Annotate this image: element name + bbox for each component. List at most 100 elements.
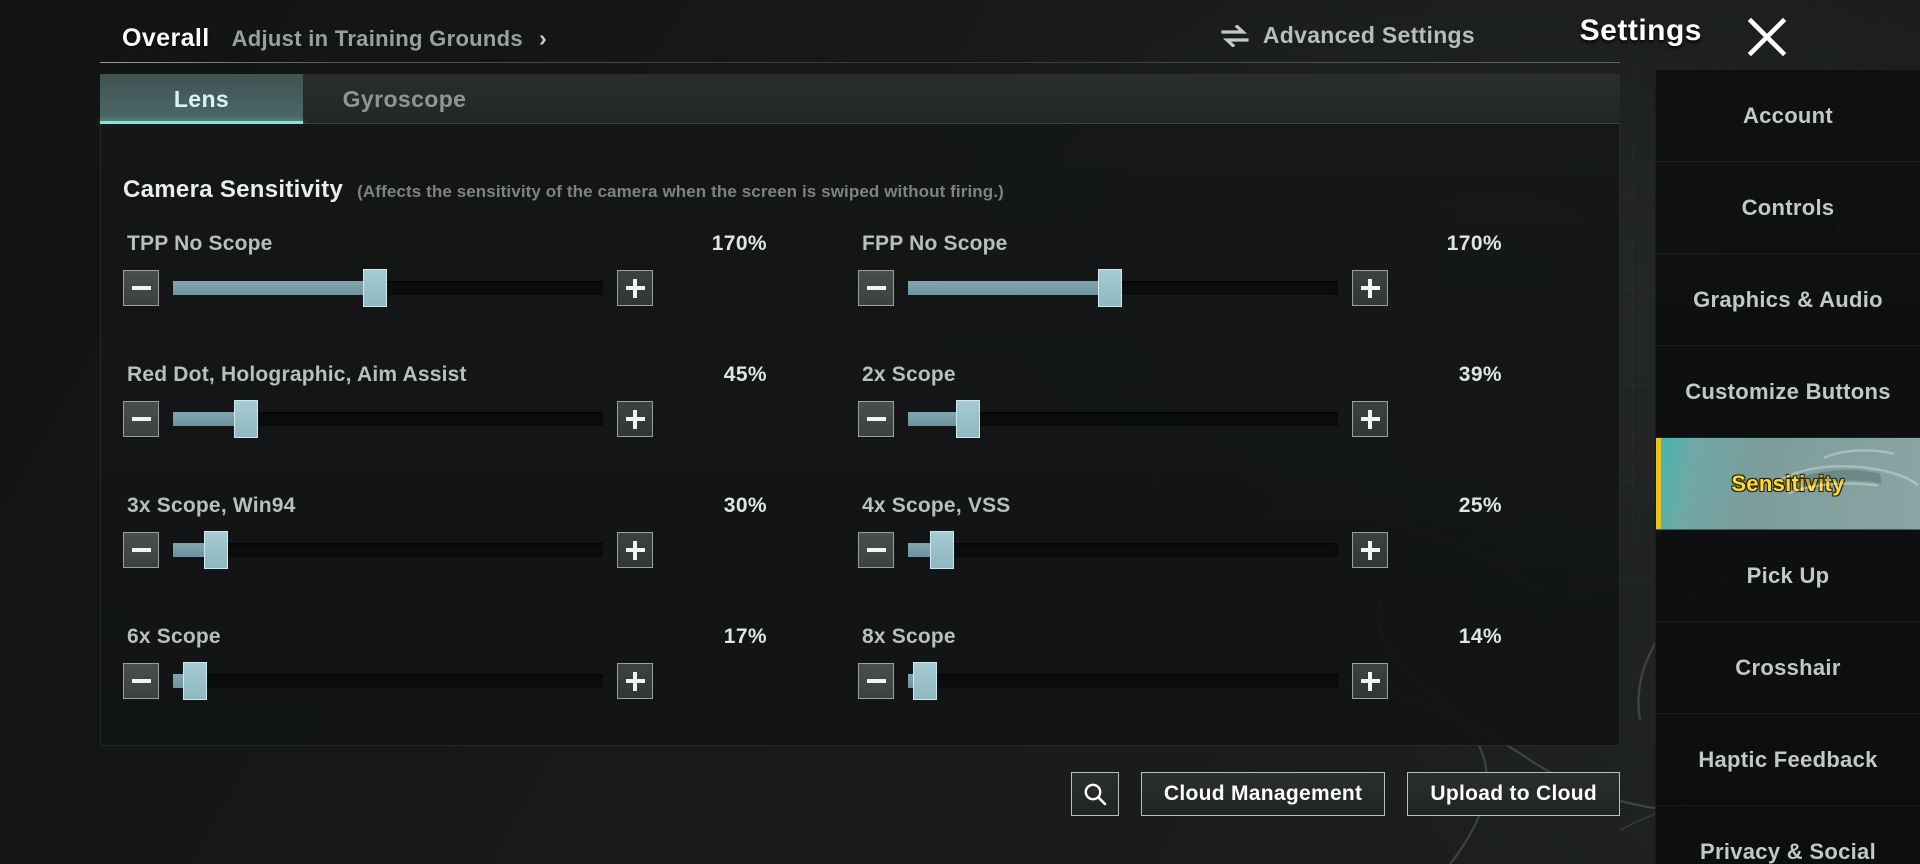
tab-bar: Lens Gyroscope	[100, 74, 1620, 124]
slider-knob[interactable]	[363, 269, 388, 307]
slider-knob[interactable]	[234, 400, 259, 438]
slider-control	[123, 400, 653, 438]
plus-icon-vertical	[1368, 671, 1372, 691]
increase-button[interactable]	[1352, 270, 1388, 306]
decrease-button[interactable]	[123, 532, 159, 568]
decrease-button[interactable]	[858, 663, 894, 699]
plus-icon-vertical	[1368, 278, 1372, 298]
advanced-settings-label: Advanced Settings	[1262, 22, 1475, 48]
slider-knob[interactable]	[913, 662, 938, 700]
slider-track[interactable]	[173, 269, 603, 307]
plus-icon-vertical	[633, 540, 637, 560]
slider-value: 30%	[723, 494, 767, 517]
tab-lens[interactable]: Lens	[100, 74, 303, 124]
increase-button[interactable]	[617, 270, 653, 306]
footer-actions: Cloud Management Upload to Cloud	[100, 770, 1620, 818]
slider-knob[interactable]	[930, 531, 955, 569]
slider-control	[858, 531, 1388, 569]
top-header: Overall Adjust in Training Grounds › Adv…	[0, 0, 1920, 70]
decrease-button[interactable]	[858, 401, 894, 437]
slider-value: 25%	[1458, 494, 1502, 517]
slider-control	[123, 269, 653, 307]
plus-icon-vertical	[633, 409, 637, 429]
decrease-button[interactable]	[123, 663, 159, 699]
increase-button[interactable]	[1352, 663, 1388, 699]
search-icon	[1084, 783, 1107, 806]
increase-button[interactable]	[617, 663, 653, 699]
tab-gyroscope[interactable]: Gyroscope	[303, 74, 506, 124]
slider-knob[interactable]	[956, 400, 981, 438]
decrease-button[interactable]	[858, 532, 894, 568]
slider-track[interactable]	[908, 531, 1338, 569]
advanced-settings-button[interactable]: Advanced Settings	[1220, 22, 1475, 49]
slider-row-6x-scope: 6x Scope 17%	[123, 625, 858, 756]
plus-icon-vertical	[1368, 540, 1372, 560]
sidebar-item-label: Haptic Feedback	[1698, 746, 1878, 772]
breadcrumb-underline	[100, 62, 1620, 63]
slider-track[interactable]	[908, 269, 1338, 307]
section-title: Camera Sensitivity	[123, 176, 344, 203]
chevron-right-icon[interactable]: ›	[539, 25, 547, 52]
slider-value: 170%	[1446, 232, 1502, 255]
sidebar-item-label: Controls	[1741, 194, 1835, 220]
section-header: Camera Sensitivity (Affects the sensitiv…	[123, 176, 1004, 204]
search-button[interactable]	[1070, 772, 1119, 816]
slider-value: 39%	[1458, 363, 1502, 386]
slider-row-8x-scope: 8x Scope 14%	[858, 625, 1593, 756]
section-description: (Affects the sensitivity of the camera w…	[357, 182, 1004, 201]
slider-value: 45%	[723, 363, 767, 386]
minus-icon	[866, 679, 886, 683]
sidebar-item-label: Sensitivity	[1731, 470, 1845, 496]
breadcrumb-overall[interactable]: Overall	[122, 24, 210, 53]
page-title: Settings	[1579, 14, 1702, 47]
increase-button[interactable]	[1352, 532, 1388, 568]
decrease-button[interactable]	[123, 401, 159, 437]
sidebar-item-crosshair[interactable]: Crosshair	[1656, 622, 1920, 714]
slider-track[interactable]	[173, 531, 603, 569]
minus-icon	[866, 286, 886, 290]
increase-button[interactable]	[617, 401, 653, 437]
sidebar-item-privacy-social[interactable]: Privacy & Social	[1656, 806, 1920, 864]
breadcrumb-adjust-in-training-grounds[interactable]: Adjust in Training Grounds	[232, 26, 523, 52]
decrease-button[interactable]	[123, 270, 159, 306]
slider-control	[123, 531, 653, 569]
increase-button[interactable]	[1352, 401, 1388, 437]
tab-lens-label: Lens	[173, 85, 230, 112]
slider-row-3x-scope-win94: 3x Scope, Win94 30%	[123, 494, 858, 625]
tab-gyroscope-label: Gyroscope	[342, 85, 467, 112]
sidebar-item-graphics-audio[interactable]: Graphics & Audio	[1656, 254, 1920, 346]
settings-sidebar[interactable]: Account Controls Graphics & Audio Custom…	[1655, 70, 1920, 864]
sidebar-item-customize-buttons[interactable]: Customize Buttons	[1656, 346, 1920, 438]
close-icon	[1747, 17, 1787, 57]
sidebar-item-account[interactable]: Account	[1656, 70, 1920, 162]
cloud-management-button[interactable]: Cloud Management	[1140, 772, 1386, 816]
slider-track[interactable]	[173, 400, 603, 438]
sidebar-item-pick-up[interactable]: Pick Up	[1656, 530, 1920, 622]
slider-control	[858, 662, 1388, 700]
slider-control	[123, 662, 653, 700]
breadcrumb: Overall Adjust in Training Grounds ›	[122, 24, 547, 53]
sidebar-item-controls[interactable]: Controls	[1656, 162, 1920, 254]
slider-value: 17%	[723, 625, 767, 648]
slider-knob[interactable]	[182, 662, 207, 700]
plus-icon-vertical	[633, 671, 637, 691]
slider-row-tpp-no-scope: TPP No Scope 170%	[123, 232, 858, 363]
sidebar-item-sensitivity[interactable]: Sensitivity	[1656, 438, 1920, 530]
decrease-button[interactable]	[858, 270, 894, 306]
increase-button[interactable]	[617, 532, 653, 568]
slider-knob[interactable]	[204, 531, 228, 569]
slider-track[interactable]	[908, 400, 1338, 438]
panel-body: Camera Sensitivity (Affects the sensitiv…	[100, 124, 1620, 746]
sidebar-item-label: Customize Buttons	[1685, 378, 1891, 404]
slider-track[interactable]	[173, 662, 603, 700]
cloud-management-label: Cloud Management	[1163, 782, 1363, 805]
minus-icon	[131, 679, 151, 683]
slider-row-fpp-no-scope: FPP No Scope 170%	[858, 232, 1593, 363]
minus-icon	[131, 286, 151, 290]
slider-track[interactable]	[908, 662, 1338, 700]
slider-knob[interactable]	[1098, 269, 1123, 307]
sidebar-item-haptic-feedback[interactable]: Haptic Feedback	[1656, 714, 1920, 806]
upload-to-cloud-button[interactable]: Upload to Cloud	[1407, 772, 1620, 816]
slider-control	[858, 269, 1388, 307]
close-button[interactable]	[1745, 15, 1789, 59]
